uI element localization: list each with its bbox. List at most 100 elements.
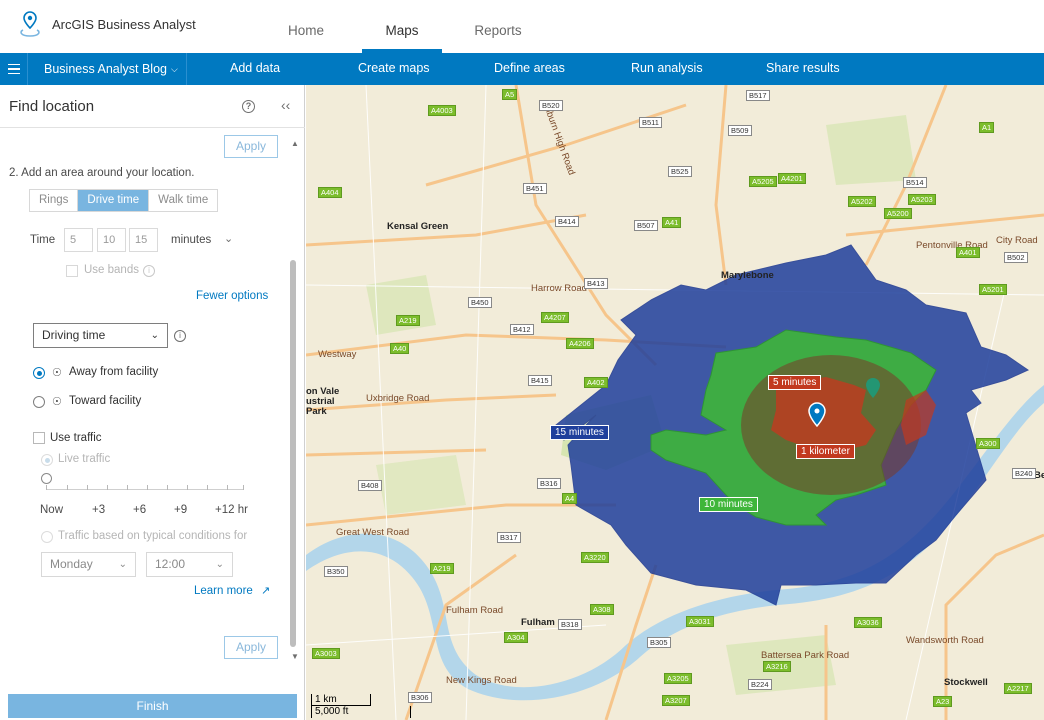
map-view[interactable]: 15 minutes 10 minutes 5 minutes 1 kilome… [306,85,1044,720]
collapse-panel-icon[interactable]: ‹‹ [281,97,290,113]
road-label: Fulham Road [446,605,504,616]
main-toolbar: Business Analyst Blog ⌵ Add data Create m… [0,53,1044,85]
scroll-down-arrow-icon[interactable]: ▼ [291,652,299,661]
segment-drive-time[interactable]: Drive time [78,190,150,211]
slider-tick [127,485,128,490]
find-location-panel: Find location ? ‹‹ Apply ▲ 2. Add an are… [0,85,305,720]
road-tag: A219 [396,315,420,326]
area-label-10-minutes: 10 minutes [699,497,758,512]
scroll-up-arrow-icon[interactable]: ▲ [291,139,299,148]
info-icon[interactable]: i [174,330,186,342]
apply-button-bottom[interactable]: Apply [224,636,278,659]
time-label: Time [30,234,56,246]
slider-tick [87,485,88,490]
tab-reports[interactable]: Reports [466,0,530,53]
slider-tick [107,485,108,490]
chevron-down-icon: ⌄ [215,559,224,570]
road-tag: B305 [647,637,671,648]
slider-label-9: +9 [174,504,188,516]
road-tag: A1 [979,122,995,133]
road-tag: B502 [1004,252,1028,263]
road-tag: A41 [662,217,682,228]
road-tag: B509 [728,125,752,136]
road-tag: B316 [537,478,561,489]
project-name: Business Analyst Blog [44,62,167,76]
road-tag: A3220 [581,552,609,563]
tab-home[interactable]: Home [276,0,336,53]
learn-more-link[interactable]: Learn more ↗ [194,584,270,597]
app-header: ArcGIS Business Analyst Home Maps Report… [0,0,1044,53]
chevron-down-icon: ⌵ [171,64,178,74]
road-tag: A3003 [312,648,340,659]
use-traffic-checkbox[interactable] [33,432,45,444]
area-label-5-minutes: 5 minutes [768,375,822,390]
panel-scrollbar[interactable] [290,260,296,647]
area-type-segmented-control: Rings Drive time Walk time [29,189,219,212]
typical-traffic-label: Traffic based on typical conditions for [58,530,248,542]
road-tag: B520 [539,100,563,111]
help-icon[interactable]: ? [242,100,255,113]
road-label: Westway [318,349,357,360]
away-from-facility-icon: ☉ [52,367,62,379]
road-label: New Kings Road [446,675,517,686]
slider-tick [227,485,228,490]
road-tag: A4201 [778,173,806,184]
run-analysis-button[interactable]: Run analysis [631,53,703,85]
traffic-time-slider-track[interactable] [46,489,244,490]
road-tag: B413 [584,278,608,289]
unit-dropdown[interactable]: minutes [171,234,211,246]
road-tag: A219 [430,563,454,574]
finish-button[interactable]: Finish [8,694,297,718]
travel-mode-value: Driving time [42,328,106,342]
road-tag: A308 [590,604,614,615]
place-label: Kensal Green [387,221,449,232]
place-label: Marylebone [721,270,774,281]
live-traffic-radio[interactable] [41,454,53,466]
slider-label-6: +6 [133,504,147,516]
road-tag: B412 [510,324,534,335]
segment-walk-time[interactable]: Walk time [149,190,217,211]
slider-label-now: Now [40,504,64,516]
arcgis-logo-icon [20,11,40,37]
traffic-time-slider-thumb[interactable] [41,473,52,484]
road-tag: B517 [746,90,770,101]
menu-icon[interactable] [0,53,28,85]
road-tag: B224 [748,679,772,690]
app-title: ArcGIS Business Analyst [52,17,196,32]
road-label: Wandsworth Road [906,635,984,646]
create-maps-button[interactable]: Create maps [358,53,430,85]
time-input-1[interactable]: 5 [64,228,93,252]
tab-maps[interactable]: Maps [362,0,442,53]
project-selector[interactable]: Business Analyst Blog ⌵ [29,53,187,85]
toward-facility-radio[interactable] [33,396,45,408]
road-tag: A3207 [662,695,690,706]
typical-traffic-radio[interactable] [41,531,53,543]
road-tag: A4207 [541,312,569,323]
road-label: Battersea Park Road [761,650,850,661]
add-data-button[interactable]: Add data [230,53,280,85]
travel-mode-select[interactable]: Driving time ⌄ [33,323,168,348]
slider-tick [46,485,47,490]
road-tag: A23 [933,696,953,707]
road-tag: B507 [634,220,658,231]
share-results-button[interactable]: Share results [766,53,840,85]
chevron-down-icon[interactable]: ⌄ [224,232,233,245]
apply-button-top[interactable]: Apply [224,135,278,158]
info-icon[interactable]: i [143,265,155,277]
day-value: Monday [50,557,93,571]
time-of-day-select[interactable]: 12:00 ⌄ [146,552,233,577]
road-tag: A304 [504,632,528,643]
scale-ft: 5,000 ft [311,706,411,718]
define-areas-button[interactable]: Define areas [494,53,565,85]
place-label: Fulham [521,617,555,628]
road-tag: A300 [976,438,1000,449]
use-bands-checkbox[interactable] [66,265,78,277]
fewer-options-link[interactable]: Fewer options [196,290,268,302]
day-select[interactable]: Monday ⌄ [41,552,136,577]
step-2-label: 2. Add an area around your location. [9,167,195,179]
away-from-facility-radio[interactable] [33,367,45,379]
time-input-2[interactable]: 10 [97,228,126,252]
segment-rings[interactable]: Rings [30,190,79,211]
time-input-3[interactable]: 15 [129,228,158,252]
slider-label-3: +3 [92,504,106,516]
